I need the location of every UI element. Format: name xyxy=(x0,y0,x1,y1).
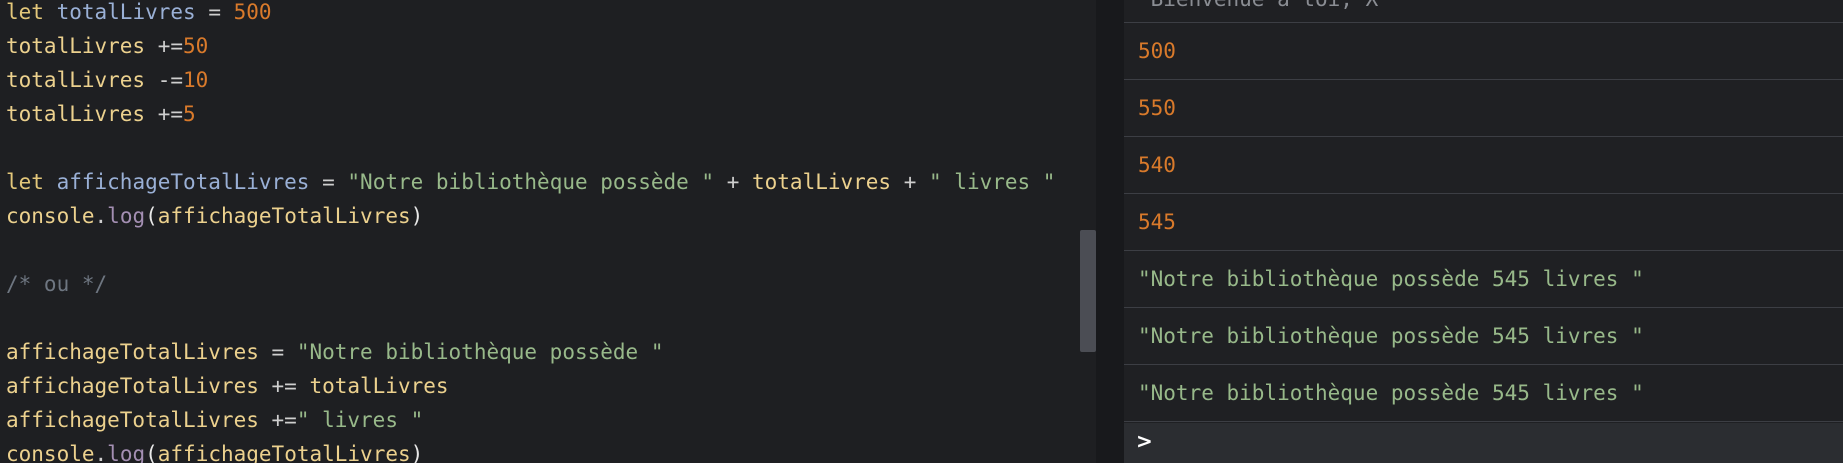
code-line[interactable]: console.log(affichageTotalLivres) xyxy=(6,437,423,463)
pane-divider[interactable] xyxy=(1096,0,1124,463)
code-line[interactable]: /* ou */ xyxy=(6,267,107,301)
editor-scrollbar[interactable] xyxy=(1080,230,1096,352)
console-row: 500 xyxy=(1124,23,1843,80)
code-token: let xyxy=(6,170,44,194)
code-token: totalLivres xyxy=(309,374,449,398)
code-token: affichageTotalLivres xyxy=(6,374,259,398)
console-row: 540 xyxy=(1124,137,1843,194)
code-token: log xyxy=(107,204,146,228)
code-line[interactable]: affichageTotalLivres += totalLivres xyxy=(6,369,449,403)
code-token: let xyxy=(6,0,44,24)
code-token: . xyxy=(94,204,108,228)
code-line[interactable]: totalLivres +=50 xyxy=(6,29,208,63)
code-token: console xyxy=(6,442,95,463)
code-editor[interactable]: let totalLivres = 500 totalLivres +=50 tot… xyxy=(0,0,1096,463)
console-output-text: "Bienvenue à toi, X" xyxy=(1138,0,1391,11)
code-token: += xyxy=(145,34,184,58)
code-token: += xyxy=(145,102,184,126)
code-token: affichageTotalLivres xyxy=(6,408,259,432)
code-token: -= xyxy=(145,68,184,92)
code-line[interactable]: console.log(affichageTotalLivres) xyxy=(6,199,423,233)
code-token: ( xyxy=(145,204,158,228)
console-input[interactable]: > xyxy=(1124,423,1843,463)
code-token: ) xyxy=(410,442,424,463)
code-line[interactable]: totalLivres -=10 xyxy=(6,63,208,97)
code-token: affichageTotalLivres xyxy=(6,340,259,364)
console-row: "Notre bibliothèque possède 545 livres " xyxy=(1124,365,1843,422)
code-token: console xyxy=(6,204,95,228)
code-token: affichageTotalLivres xyxy=(157,204,411,228)
code-token: totalLivres xyxy=(6,102,146,126)
console-output-text: 500 xyxy=(1138,39,1176,63)
code-token: affichageTotalLivres xyxy=(157,442,411,463)
code-token: = xyxy=(258,340,297,364)
console-output-text: "Notre bibliothèque possède 545 livres " xyxy=(1138,267,1644,291)
code-token: "Notre bibliothèque possède " xyxy=(347,170,715,194)
code-token: 5 xyxy=(183,102,196,126)
code-token: totalLivres xyxy=(6,68,146,92)
code-token: totalLivres xyxy=(752,170,892,194)
code-line[interactable]: let totalLivres = 500 xyxy=(6,0,272,29)
code-token: + xyxy=(714,170,752,194)
code-token: 500 xyxy=(233,0,272,24)
console-output-text: 550 xyxy=(1138,96,1176,120)
code-token: = xyxy=(309,170,348,194)
code-token: = xyxy=(195,0,234,24)
code-line[interactable]: affichageTotalLivres +=" livres " xyxy=(6,403,423,437)
console-output-text: "Notre bibliothèque possède 545 livres " xyxy=(1138,324,1644,348)
code-token: + xyxy=(891,170,930,194)
console-panel: "Bienvenue à toi, X" 500 550 540 545 "Notre … xyxy=(1124,0,1843,463)
console-output-text: 540 xyxy=(1138,153,1176,177)
console-row: 545 xyxy=(1124,194,1843,251)
code-line[interactable]: let affichageTotalLivres = "Notre biblio… xyxy=(6,165,1055,199)
code-token: " livres " xyxy=(929,170,1056,194)
console-output-text: 545 xyxy=(1138,210,1176,234)
code-line[interactable]: affichageTotalLivres = "Notre bibliothèq… xyxy=(6,335,663,369)
code-token: totalLivres xyxy=(56,0,196,24)
prompt-icon: > xyxy=(1136,429,1153,453)
code-token: affichageTotalLivres xyxy=(56,170,310,194)
console-row-partial: "Bienvenue à toi, X" xyxy=(1124,0,1843,23)
code-token: 50 xyxy=(183,34,209,58)
code-token: "Notre bibliothèque possède " xyxy=(296,340,664,364)
code-token: " livres " xyxy=(296,408,424,432)
code-line[interactable]: totalLivres +=5 xyxy=(6,97,196,131)
console-row: "Notre bibliothèque possède 545 livres " xyxy=(1124,308,1843,365)
code-token: log xyxy=(107,442,146,463)
code-token: += xyxy=(258,408,297,432)
code-token: ( xyxy=(145,442,158,463)
console-output-text: "Notre bibliothèque possède 545 livres " xyxy=(1138,381,1644,405)
console-row: 550 xyxy=(1124,80,1843,137)
code-token: ) xyxy=(410,204,424,228)
code-token: 10 xyxy=(183,68,209,92)
console-row: "Notre bibliothèque possède 545 livres " xyxy=(1124,251,1843,308)
code-token: /* ou */ xyxy=(6,272,108,296)
code-token: . xyxy=(94,442,108,463)
code-token: += xyxy=(258,374,310,398)
code-token: totalLivres xyxy=(6,34,146,58)
